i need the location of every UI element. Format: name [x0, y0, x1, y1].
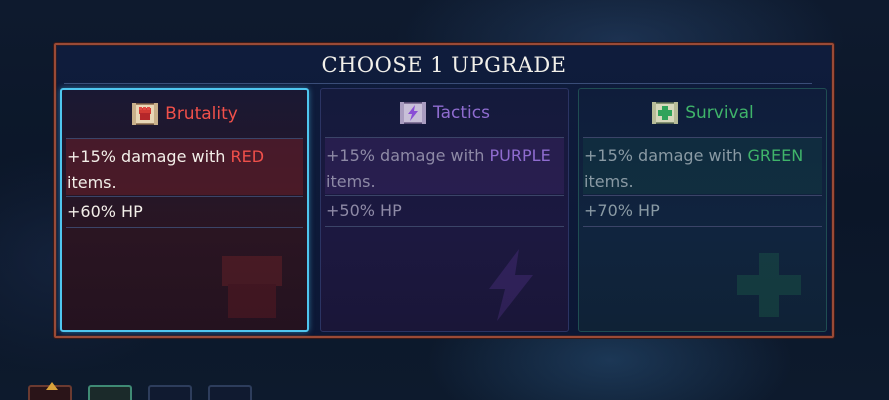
lightning-watermark-icon	[489, 249, 533, 321]
perk-keyword: PURPLE	[489, 146, 551, 165]
hp-perk: +70% HP	[584, 201, 660, 220]
dialog-title: CHOOSE 1 UPGRADE	[321, 53, 567, 77]
damage-perk: +15% damage with RED items.	[66, 139, 303, 195]
active-slot-marker-icon	[46, 382, 58, 390]
perk-text: +15% damage with	[326, 146, 490, 165]
perk-text: +15% damage with	[67, 147, 231, 166]
red-fist-scroll-icon	[132, 103, 159, 125]
purple-lightning-scroll-icon	[400, 102, 427, 124]
perk-text-end: items.	[67, 173, 117, 192]
green-cross-scroll-icon	[652, 102, 679, 124]
card-header: Brutality	[62, 90, 307, 138]
game-scene: CHOOSE 1 UPGRADE Brutality +15% damage w…	[0, 0, 889, 400]
hp-perk: +60% HP	[67, 202, 143, 221]
item-slot[interactable]	[208, 385, 252, 400]
item-slot[interactable]	[88, 385, 132, 400]
upgrade-card-tactics[interactable]: Tactics +15% damage with PURPLE items. +…	[320, 88, 569, 332]
perk-keyword: GREEN	[747, 146, 804, 165]
hp-perk: +50% HP	[326, 201, 402, 220]
cross-watermark-icon	[737, 253, 801, 317]
damage-perk: +15% damage with GREEN items.	[583, 138, 822, 194]
card-name: Tactics	[433, 103, 490, 123]
divider	[66, 227, 303, 228]
title-divider	[64, 83, 812, 84]
card-header: Tactics	[321, 89, 568, 137]
damage-perk: +15% damage with PURPLE items.	[325, 138, 564, 194]
item-slot[interactable]	[28, 382, 72, 400]
upgrade-card-brutality[interactable]: Brutality +15% damage with RED items. +6…	[60, 88, 309, 332]
card-name: Brutality	[165, 104, 238, 124]
upgrade-dialog: CHOOSE 1 UPGRADE Brutality +15% damage w…	[54, 43, 834, 338]
divider	[583, 226, 822, 227]
item-slot[interactable]	[148, 385, 192, 400]
perk-text-end: items.	[584, 172, 634, 191]
inventory-hotbar	[28, 382, 252, 400]
fist-watermark-icon	[222, 256, 282, 318]
card-name: Survival	[685, 103, 754, 123]
card-header: Survival	[579, 89, 826, 137]
perk-text-end: items.	[326, 172, 376, 191]
divider	[325, 226, 564, 227]
perk-keyword: RED	[230, 147, 265, 166]
perk-text: +15% damage with	[584, 146, 748, 165]
upgrade-card-survival[interactable]: Survival +15% damage with GREEN items. +…	[578, 88, 827, 332]
